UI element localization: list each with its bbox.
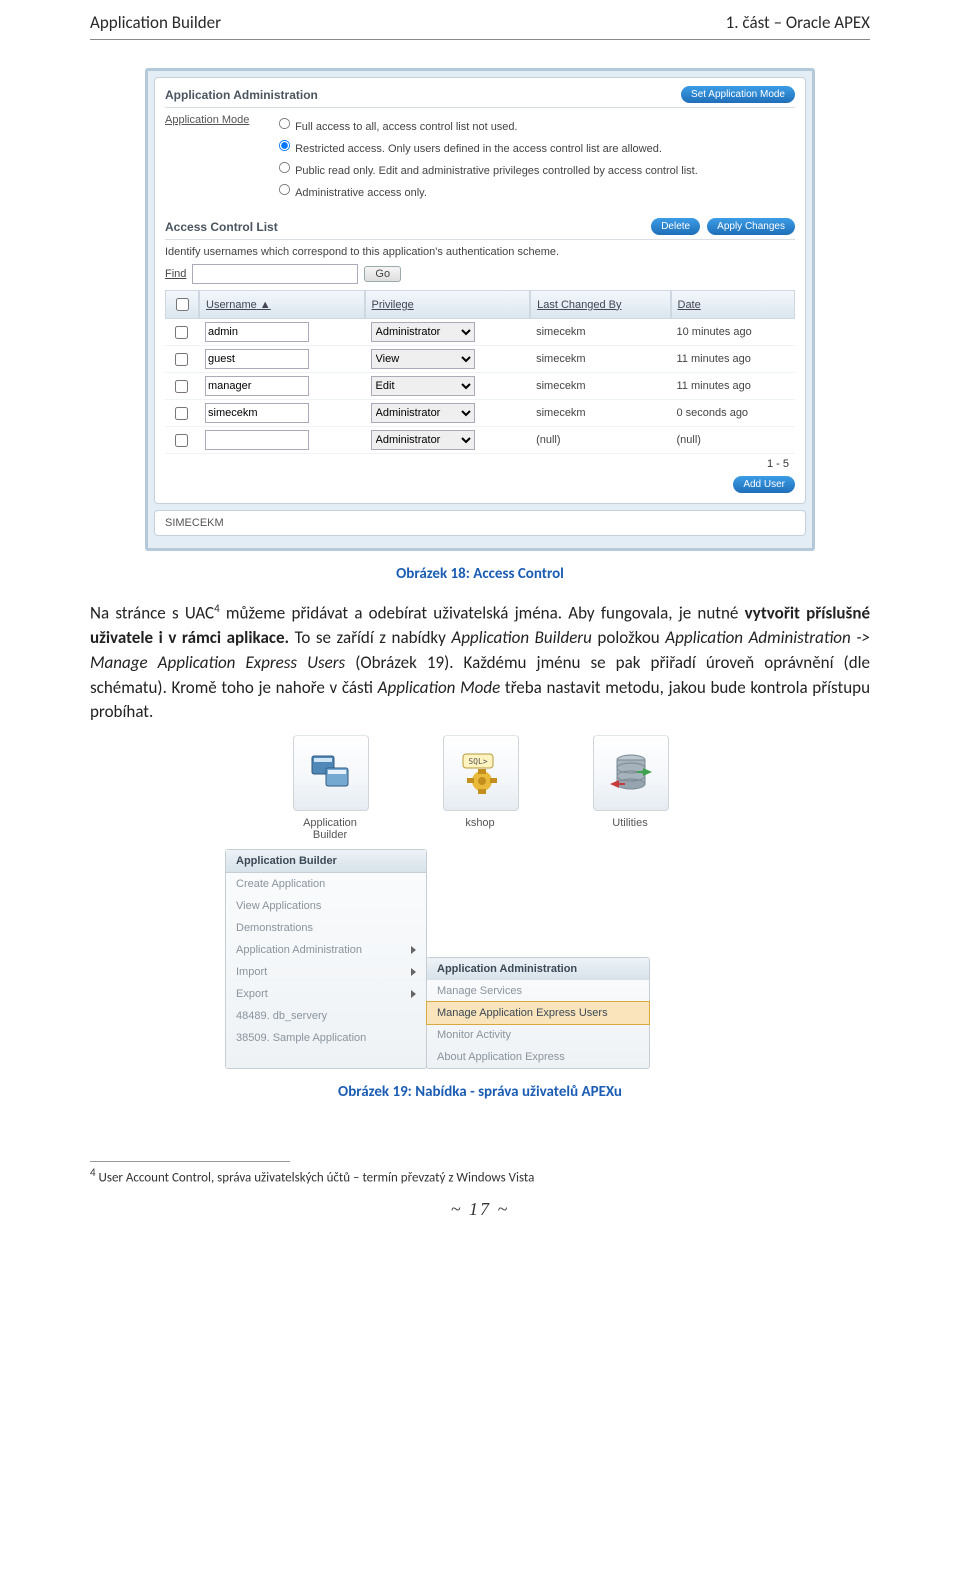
menu-item-import[interactable]: Import (226, 961, 426, 983)
tile-utilities[interactable]: Utilities (593, 735, 667, 841)
table-row: Administrator (null) (null) (165, 427, 795, 454)
row-checkbox[interactable] (175, 434, 188, 447)
page-header: Application Builder 1. část – Oracle APE… (90, 0, 870, 39)
application-mode-label: Application Mode (165, 114, 260, 126)
acl-table: Username ▲ Privilege Last Changed By Dat… (165, 290, 795, 454)
privilege-select[interactable]: Administrator (371, 403, 475, 423)
changed-by-cell: simecekm (530, 400, 670, 427)
find-label: Find (165, 268, 186, 280)
add-user-button[interactable]: Add User (733, 476, 795, 493)
username-input[interactable] (205, 403, 309, 423)
body-paragraph: Na stránce s UAC4 můžeme přidávat a odeb… (90, 601, 870, 725)
table-row: Administrator simecekm 0 seconds ago (165, 400, 795, 427)
pagination-text: 1 - 5 (165, 458, 789, 470)
menu-item-create-application[interactable]: Create Application (226, 873, 426, 895)
date-cell: 11 minutes ago (671, 373, 796, 400)
figure-caption-18: Obrázek 18: Access Control (90, 565, 870, 583)
apply-changes-button[interactable]: Apply Changes (707, 218, 795, 235)
section-title-acl: Access Control List (165, 220, 278, 234)
row-checkbox[interactable] (175, 353, 188, 366)
changed-by-cell: simecekm (530, 319, 670, 346)
go-button[interactable]: Go (364, 266, 401, 282)
row-checkbox[interactable] (175, 380, 188, 393)
privilege-select[interactable]: Administrator (371, 430, 475, 450)
menu-item-demonstrations[interactable]: Demonstrations (226, 917, 426, 939)
chevron-right-icon (411, 968, 416, 976)
col-date[interactable]: Date (671, 290, 796, 319)
menu-item-view-applications[interactable]: View Applications (226, 895, 426, 917)
privilege-select[interactable]: View (371, 349, 475, 369)
username-input[interactable] (205, 430, 309, 450)
privilege-select[interactable]: Administrator (371, 322, 475, 342)
col-changed-by[interactable]: Last Changed By (530, 290, 670, 319)
mode-radio-admin[interactable]: Administrative access only. (273, 180, 698, 202)
mode-radio-restricted[interactable]: Restricted access. Only users defined in… (273, 136, 698, 158)
sql-icon: SQL> (456, 748, 506, 798)
acl-description: Identify usernames which correspond to t… (165, 246, 795, 258)
changed-by-cell: simecekm (530, 346, 670, 373)
sub-menu: Application Administration Manage Servic… (426, 957, 650, 1069)
submenu-item-about[interactable]: About Application Express (427, 1046, 649, 1068)
database-icon (606, 748, 656, 798)
svg-text:SQL>: SQL> (468, 757, 487, 766)
table-row: View simecekm 11 minutes ago (165, 346, 795, 373)
submenu-header: Application Administration (427, 958, 649, 980)
menu-item-app-48489[interactable]: 48489. db_servery (226, 1005, 426, 1027)
col-privilege[interactable]: Privilege (365, 290, 531, 319)
header-right: 1. část – Oracle APEX (726, 12, 870, 33)
chevron-right-icon (411, 946, 416, 954)
screenshot-menu: Application Builder SQL> kshop (225, 735, 735, 1069)
delete-button[interactable]: Delete (651, 218, 700, 235)
page-number: ~ 17 ~ (90, 1199, 870, 1220)
menu-item-app-38509[interactable]: 38509. Sample Application (226, 1027, 426, 1049)
footnote-separator (90, 1161, 290, 1162)
username-input[interactable] (205, 349, 309, 369)
row-checkbox[interactable] (175, 326, 188, 339)
table-row: Administrator simecekm 10 minutes ago (165, 319, 795, 346)
screenshot-access-control: Application Administration Set Applicati… (145, 68, 815, 551)
application-builder-icon (306, 748, 356, 798)
changed-by-cell: simecekm (530, 373, 670, 400)
date-cell: 0 seconds ago (671, 400, 796, 427)
changed-by-cell: (null) (530, 427, 670, 454)
header-underline (90, 39, 870, 40)
set-application-mode-button[interactable]: Set Application Mode (681, 86, 795, 103)
col-username[interactable]: Username ▲ (199, 290, 365, 319)
row-checkbox[interactable] (175, 407, 188, 420)
mode-radio-public[interactable]: Public read only. Edit and administrativ… (273, 158, 698, 180)
header-left: Application Builder (90, 12, 221, 33)
submenu-item-manage-services[interactable]: Manage Services (427, 980, 649, 1002)
privilege-select[interactable]: Edit (371, 376, 475, 396)
date-cell: 10 minutes ago (671, 319, 796, 346)
chevron-right-icon (411, 990, 416, 998)
footnote-text: 4 User Account Control, správa uživatels… (90, 1166, 870, 1185)
date-cell: 11 minutes ago (671, 346, 796, 373)
main-menu: Application Builder Create Application V… (225, 849, 427, 1069)
submenu-item-monitor-activity[interactable]: Monitor Activity (427, 1024, 649, 1046)
menu-item-application-administration[interactable]: Application Administration (226, 939, 426, 961)
menu-item-export[interactable]: Export (226, 983, 426, 1005)
menu-header: Application Builder (226, 850, 426, 873)
select-all-checkbox[interactable] (176, 298, 189, 311)
mode-radio-full[interactable]: Full access to all, access control list … (273, 114, 698, 136)
section-title-admin: Application Administration (165, 88, 318, 102)
submenu-item-manage-users[interactable]: Manage Application Express Users (426, 1001, 650, 1025)
figure-caption-19: Obrázek 19: Nabídka - správa uživatelů A… (90, 1083, 870, 1101)
tile-application-builder[interactable]: Application Builder (293, 735, 367, 841)
footer-user-panel: SIMECEKM (154, 510, 806, 536)
table-row: Edit simecekm 11 minutes ago (165, 373, 795, 400)
application-mode-radios: Full access to all, access control list … (273, 114, 698, 202)
username-input[interactable] (205, 376, 309, 396)
find-input[interactable] (192, 264, 358, 284)
tile-sql-workshop[interactable]: SQL> kshop (443, 735, 517, 841)
username-input[interactable] (205, 322, 309, 342)
date-cell: (null) (671, 427, 796, 454)
